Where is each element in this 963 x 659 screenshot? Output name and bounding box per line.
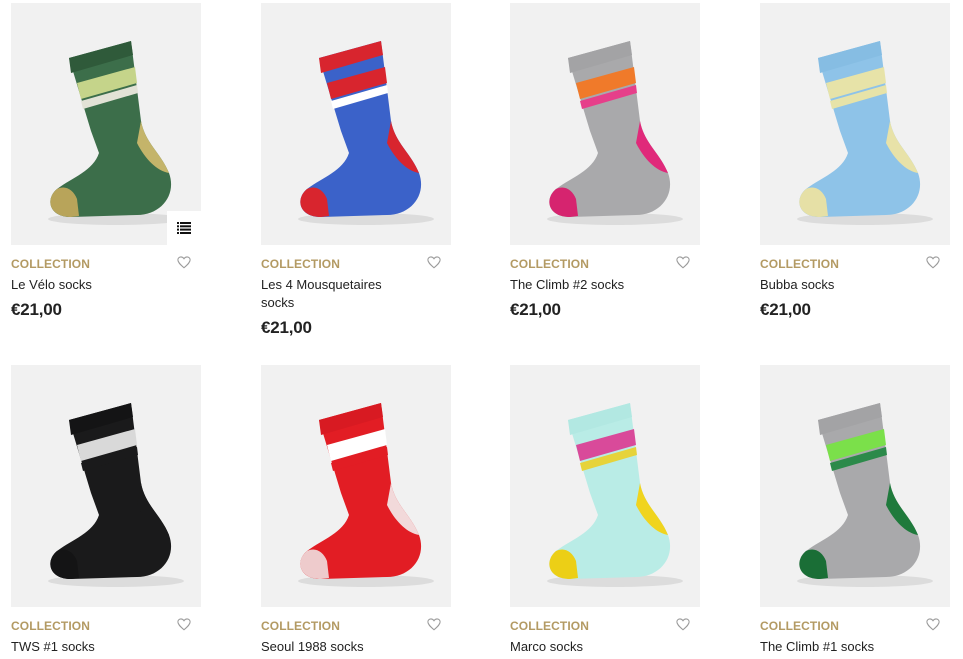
heart-outline-icon [676,256,690,269]
product-price: €21,00 [11,300,62,319]
product-image[interactable] [510,365,700,607]
product-name[interactable]: Le Vélo socks [11,276,161,294]
product-card[interactable]: COLLECTION Bubba socks €21,00 [760,3,950,320]
collection-label[interactable]: COLLECTION [760,256,950,272]
list-view-toggle[interactable] [167,211,201,245]
collection-label[interactable]: COLLECTION [760,618,950,634]
product-name[interactable]: Seoul 1988 socks [261,638,411,656]
heart-outline-icon [177,256,191,269]
product-card[interactable]: COLLECTION Marco socks [510,365,700,656]
sock-illustration [298,41,434,225]
product-card[interactable]: COLLECTION Les 4 Mousquetaires socks €21… [261,3,451,338]
product-image[interactable] [11,365,201,607]
product-name[interactable]: The Climb #1 socks [760,638,910,656]
sock-illustration [547,403,683,587]
product-name[interactable]: Les 4 Mousquetaires socks [261,276,411,312]
product-image[interactable] [261,365,451,607]
sock-illustration [298,403,434,587]
product-card[interactable]: COLLECTION Le Vélo socks €21,00 [11,3,201,320]
product-card[interactable]: COLLECTION TWS #1 socks [11,365,201,656]
wishlist-button[interactable] [177,618,193,634]
sock-illustration [797,403,933,587]
sock-illustration [547,41,683,225]
product-card[interactable]: COLLECTION Seoul 1988 socks [261,365,451,656]
product-price: €21,00 [760,300,811,319]
product-image[interactable] [760,365,950,607]
wishlist-button[interactable] [926,618,942,634]
collection-label[interactable]: COLLECTION [11,618,201,634]
sock-illustration [797,41,933,225]
product-price: €21,00 [261,318,312,337]
list-view-icon [177,222,191,234]
wishlist-button[interactable] [427,256,443,272]
product-card[interactable]: COLLECTION The Climb #2 socks €21,00 [510,3,700,320]
heart-outline-icon [177,618,191,631]
sock-illustration [48,403,184,587]
product-image[interactable] [510,3,700,245]
collection-label[interactable]: COLLECTION [510,618,700,634]
product-image[interactable] [261,3,451,245]
product-name[interactable]: TWS #1 socks [11,638,161,656]
product-image[interactable] [760,3,950,245]
heart-outline-icon [926,618,940,631]
heart-outline-icon [676,618,690,631]
collection-label[interactable]: COLLECTION [510,256,700,272]
wishlist-button[interactable] [427,618,443,634]
product-name[interactable]: The Climb #2 socks [510,276,660,294]
product-price: €21,00 [510,300,561,319]
wishlist-button[interactable] [926,256,942,272]
wishlist-button[interactable] [676,256,692,272]
product-name[interactable]: Bubba socks [760,276,910,294]
sock-illustration [48,41,184,225]
product-card[interactable]: COLLECTION The Climb #1 socks [760,365,950,656]
collection-label[interactable]: COLLECTION [11,256,201,272]
collection-label[interactable]: COLLECTION [261,618,451,634]
product-name[interactable]: Marco socks [510,638,660,656]
heart-outline-icon [427,256,441,269]
wishlist-button[interactable] [177,256,193,272]
collection-label[interactable]: COLLECTION [261,256,451,272]
heart-outline-icon [427,618,441,631]
wishlist-button[interactable] [676,618,692,634]
product-image[interactable] [11,3,201,245]
heart-outline-icon [926,256,940,269]
